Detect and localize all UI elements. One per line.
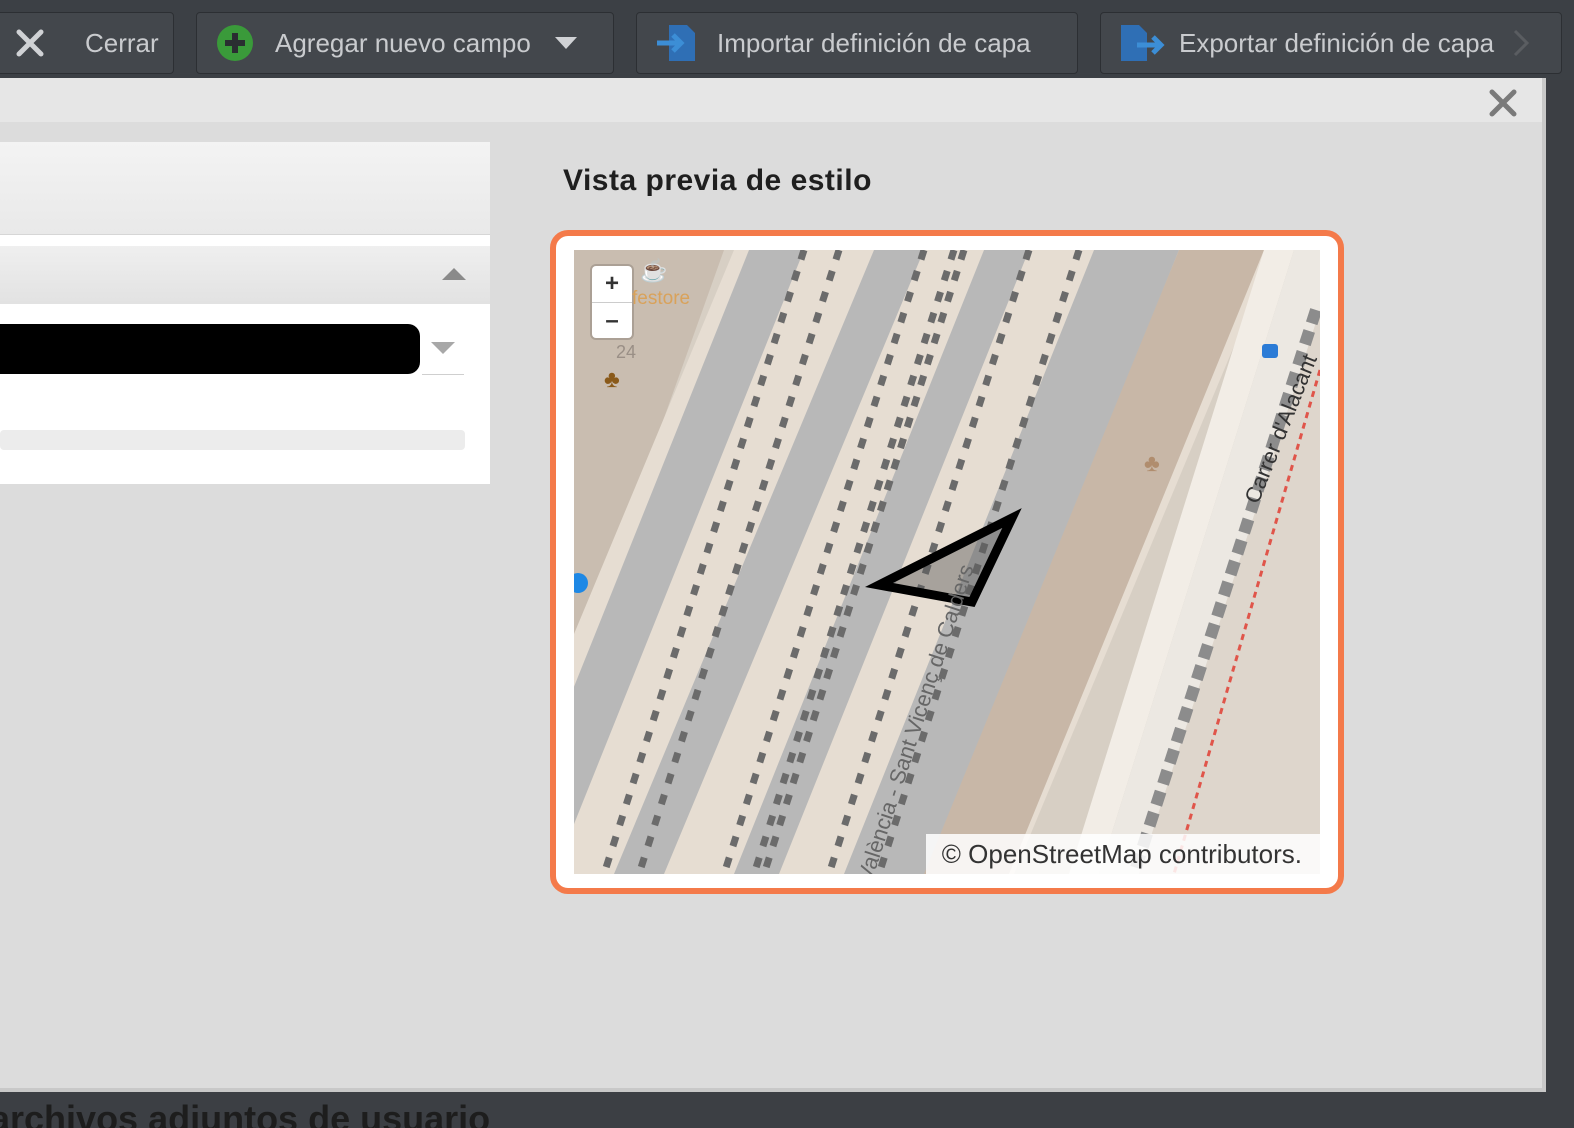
- toilets-icon-right: ♣: [1144, 450, 1160, 477]
- chevron-down-icon: [431, 342, 455, 354]
- zoom-control: + –: [592, 266, 632, 338]
- export-file-icon: [1121, 25, 1165, 61]
- chevron-right-icon[interactable]: [1512, 28, 1530, 58]
- add-field-button[interactable]: Agregar nuevo campo: [196, 12, 614, 74]
- dialog-header: [0, 78, 1542, 122]
- export-layer-label: Exportar definición de capa: [1179, 27, 1495, 58]
- dialog-close-icon[interactable]: [1488, 88, 1518, 118]
- chevron-down-icon: [554, 37, 577, 49]
- panel-header: [0, 142, 490, 235]
- add-field-label: Agregar nuevo campo: [275, 27, 531, 58]
- footer-section: archivos adjuntos de usuario: [0, 1092, 1574, 1128]
- preview-title: Vista previa de estilo: [563, 164, 872, 197]
- poi-cafe-label: festore: [632, 288, 691, 309]
- close-button-label: Cerrar: [85, 27, 159, 58]
- close-button[interactable]: Cerrar: [0, 12, 174, 74]
- style-preview-map[interactable]: + – ☕ festore 24 ♣ ♣ Carrer d'Alacant Va…: [574, 250, 1320, 874]
- house-number-label: 24: [616, 342, 637, 362]
- opacity-slider[interactable]: [0, 430, 465, 450]
- select-dropdown-toggle[interactable]: [422, 328, 464, 375]
- zoom-in-button[interactable]: +: [592, 266, 632, 303]
- export-layer-button[interactable]: Exportar definición de capa: [1100, 12, 1562, 74]
- chevron-up-icon: [442, 268, 466, 280]
- redacted-select[interactable]: [0, 324, 420, 374]
- style-settings-panel: [0, 142, 490, 484]
- map-attribution: © OpenStreetMap contributors.: [925, 834, 1320, 874]
- zoom-out-button[interactable]: –: [592, 303, 632, 339]
- accordion-header[interactable]: [0, 246, 490, 304]
- map-canvas: [574, 250, 1320, 874]
- toilets-icon: ♣: [604, 366, 620, 393]
- import-file-icon: [657, 25, 695, 61]
- layer-toolbar: Cerrar Agregar nuevo campo Importar defi…: [0, 0, 1574, 80]
- plus-circle-icon: [217, 25, 253, 61]
- import-layer-label: Importar definición de capa: [717, 27, 1031, 58]
- cafe-icon: ☕: [640, 258, 668, 283]
- import-layer-button[interactable]: Importar definición de capa: [636, 12, 1078, 74]
- footer-heading: archivos adjuntos de usuario: [0, 1098, 491, 1128]
- close-x-icon: [16, 29, 44, 57]
